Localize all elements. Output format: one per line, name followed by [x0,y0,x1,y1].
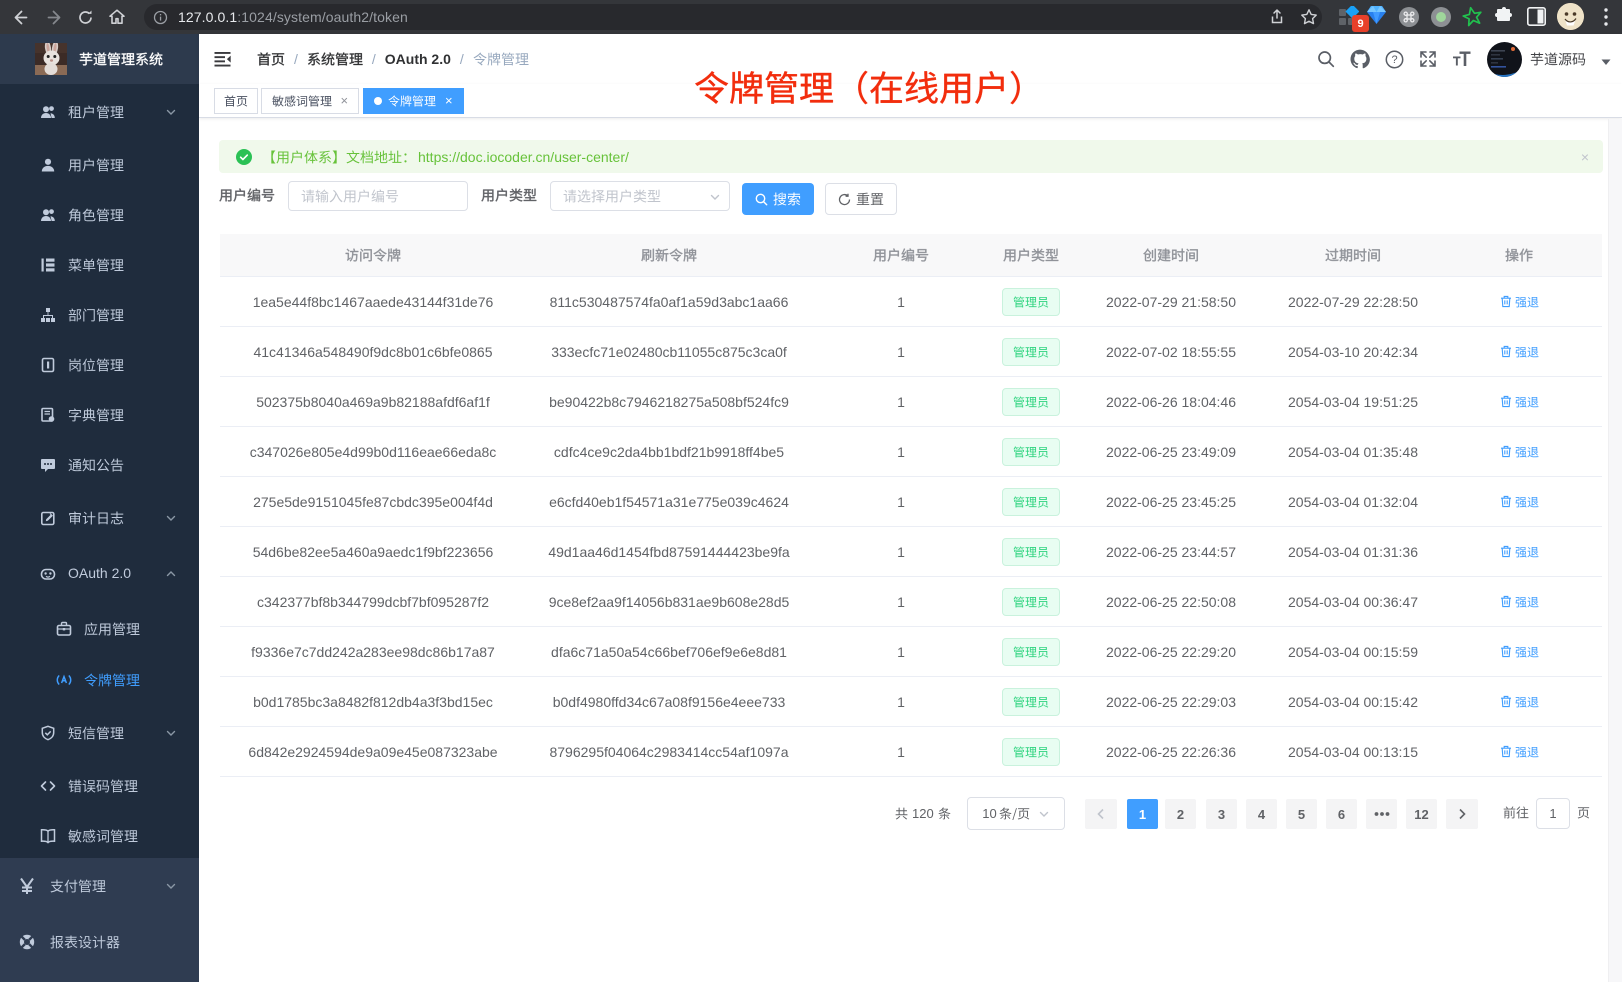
svg-text:?: ? [1391,54,1397,66]
